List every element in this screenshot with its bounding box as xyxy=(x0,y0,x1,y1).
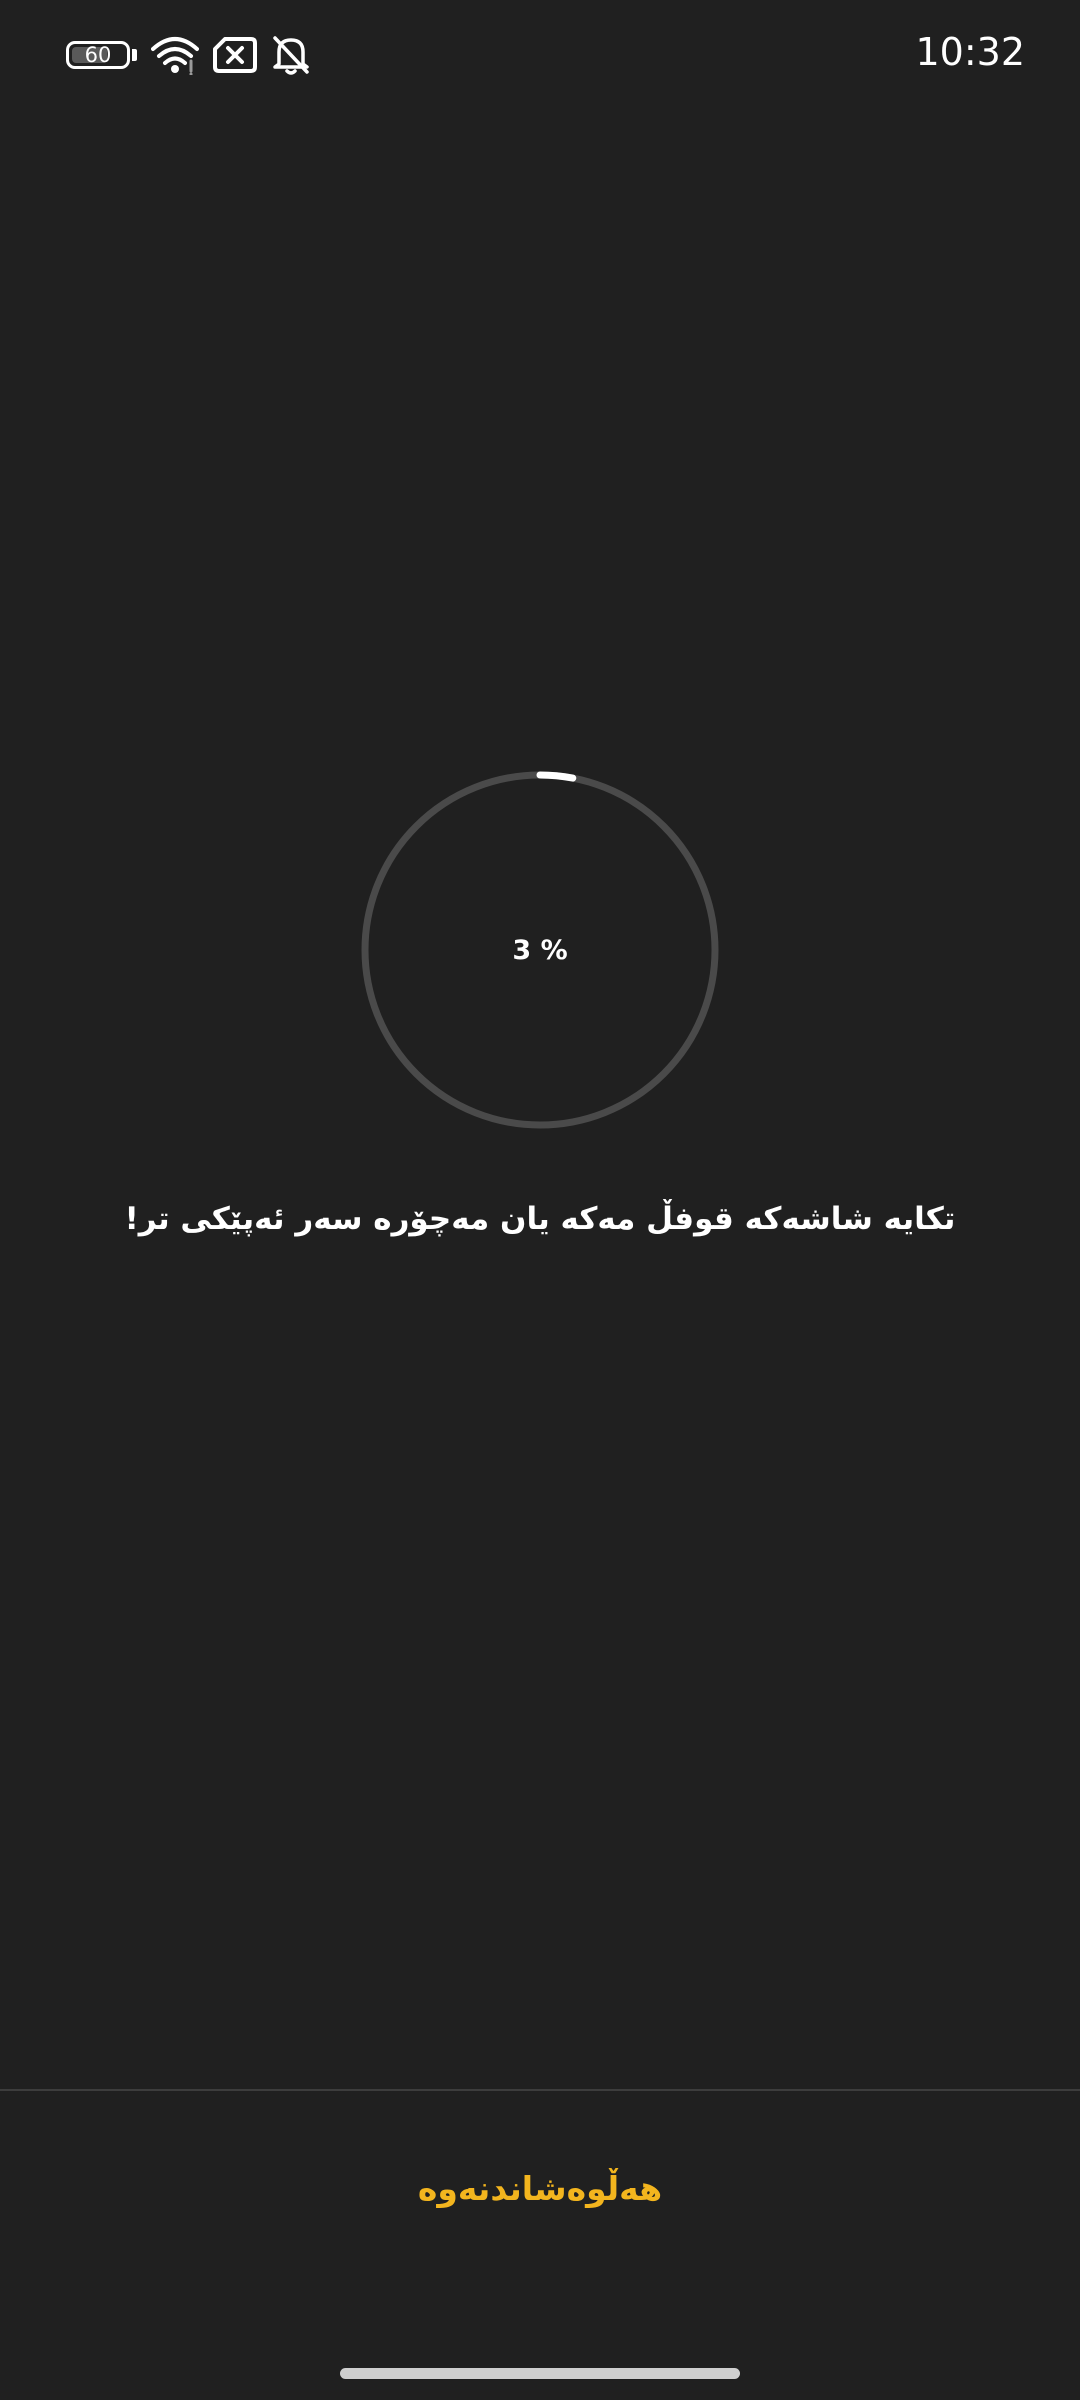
cancel-button[interactable]: هەڵوەشاندنەوە xyxy=(340,2148,740,2228)
status-bar: 60 10:32 xyxy=(0,0,1080,115)
battery-icon: 60 xyxy=(66,41,137,69)
home-indicator[interactable] xyxy=(340,2368,740,2379)
progress-percent: % 3 xyxy=(512,934,568,966)
notifications-off-icon xyxy=(273,36,309,75)
screen: 60 10:32 % 3 تکایە شاشەکە قوفڵ مەکە یان … xyxy=(0,0,1080,2400)
battery-tip xyxy=(132,49,137,61)
status-time: 10:32 xyxy=(915,30,1025,74)
divider xyxy=(0,2089,1080,2091)
no-sim-icon xyxy=(213,37,257,73)
wifi-icon xyxy=(151,37,199,75)
battery-level: 60 xyxy=(84,42,112,67)
battery-body: 60 xyxy=(66,41,130,69)
status-icons: 60 xyxy=(66,34,311,76)
progress-ring: % 3 xyxy=(360,770,720,1130)
lock-warning-message: تکایە شاشەکە قوفڵ مەکە یان مەچۆرە سەر ئە… xyxy=(124,1201,956,1237)
